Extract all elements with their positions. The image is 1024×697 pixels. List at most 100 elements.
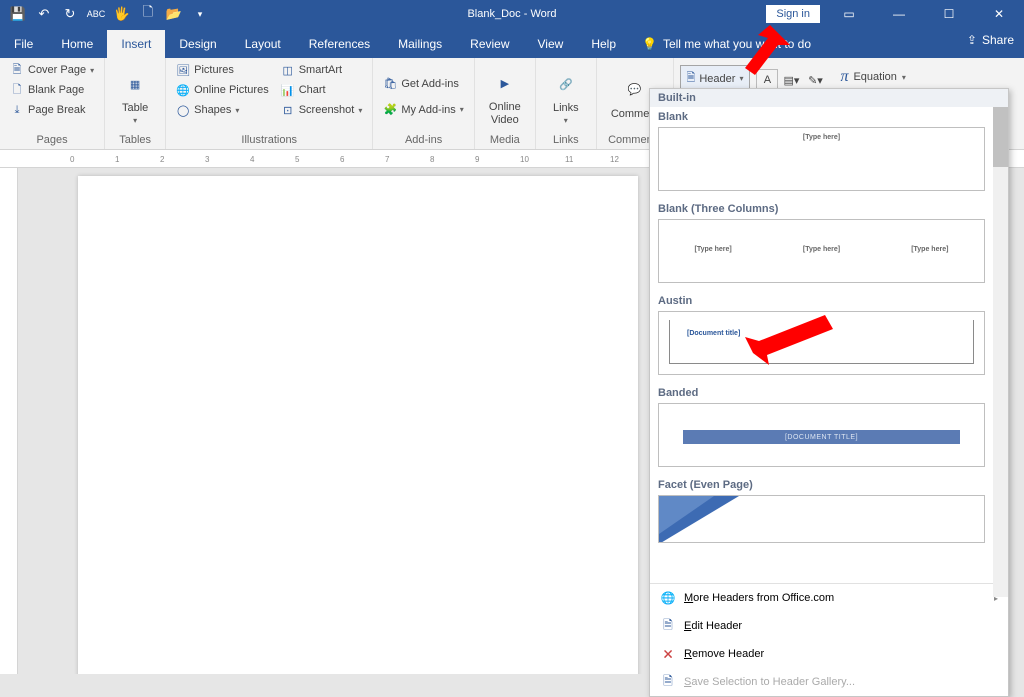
group-label-tables: Tables — [111, 132, 159, 148]
gallery-scroll-thumb[interactable] — [993, 107, 1008, 167]
group-label-pages: Pages — [6, 132, 98, 148]
group-tables: ▦ Table Tables — [105, 58, 166, 149]
table-icon: ▦ — [119, 68, 151, 100]
tab-home[interactable]: Home — [47, 30, 107, 58]
qat-customize-icon[interactable]: ▾ — [188, 2, 212, 26]
annotation-arrow-top — [720, 20, 790, 80]
tab-review[interactable]: Review — [456, 30, 523, 58]
addins-icon: 🧩 — [383, 103, 397, 117]
save-gallery-icon: 🗎 — [660, 674, 676, 690]
tab-help[interactable]: Help — [577, 30, 630, 58]
get-addins-button[interactable]: 🛍Get Add-ins — [379, 75, 467, 93]
shapes-icon: ◯ — [176, 103, 190, 117]
ribbon-tabs: File Home Insert Design Layout Reference… — [0, 28, 1024, 58]
table-button[interactable]: ▦ Table — [111, 61, 159, 132]
online-video-button[interactable]: ▶ Online Video — [481, 61, 529, 132]
vertical-ruler[interactable] — [0, 168, 18, 674]
save-icon[interactable]: 💾 — [6, 2, 30, 26]
group-addins: 🛍Get Add-ins 🧩My Add-ins Add-ins — [373, 58, 474, 149]
more-headers-label: ore Headers from Office.com — [693, 592, 834, 604]
save-gallery-label: ave Selection to Header Gallery... — [691, 676, 855, 688]
group-label-addins: Add-ins — [379, 132, 467, 148]
equation-button[interactable]: π Equation — [832, 65, 913, 89]
screenshot-button[interactable]: ⊡Screenshot — [277, 101, 367, 119]
video-icon: ▶ — [489, 67, 521, 99]
group-label-media: Media — [481, 132, 529, 148]
gallery-scrollbar[interactable] — [993, 107, 1008, 597]
header-gallery-dropdown: Built-in Blank [Type here] Blank (Three … — [649, 88, 1009, 697]
link-icon: 🔗 — [550, 68, 582, 100]
gallery-item-facet[interactable]: Facet (Even Page) — [650, 475, 993, 551]
save-to-gallery-button: 🗎 Save Selection to Header Gallery... — [650, 668, 1008, 696]
open-icon[interactable]: 📂 — [162, 2, 186, 26]
bulb-icon: 💡 — [642, 37, 657, 51]
comment-icon: 💬 — [619, 74, 651, 106]
document-page[interactable] — [78, 176, 638, 674]
gallery-item-blank[interactable]: Blank [Type here] — [650, 107, 993, 199]
new-doc-icon[interactable]: 🗋 — [136, 2, 160, 26]
tab-insert[interactable]: Insert — [107, 30, 165, 58]
gallery-item-banded[interactable]: Banded [DOCUMENT TITLE] — [650, 383, 993, 475]
group-links: 🔗 Links Links — [536, 58, 597, 149]
cover-page-button[interactable]: 🗎Cover Page — [6, 61, 98, 79]
office-icon: 🌐 — [660, 590, 676, 606]
share-icon: ⇪ — [967, 33, 977, 47]
online-pictures-button[interactable]: 🌐Online Pictures — [172, 81, 273, 99]
close-button[interactable]: ✕ — [978, 0, 1020, 28]
placeholder-text: [Type here] — [803, 246, 840, 253]
placeholder-text: [Type here] — [695, 246, 732, 253]
shapes-button[interactable]: ◯Shapes — [172, 101, 273, 119]
gallery-section-label: Built-in — [650, 89, 1008, 107]
edit-header-label: dit Header — [691, 620, 742, 632]
group-pages: 🗎Cover Page 🗋Blank Page ⤓Page Break Page… — [0, 58, 105, 149]
tab-layout[interactable]: Layout — [231, 30, 295, 58]
pictures-button[interactable]: 🖼Pictures — [172, 61, 273, 79]
tab-design[interactable]: Design — [165, 30, 230, 58]
remove-icon: 🗙 — [660, 646, 676, 662]
title-bar: 💾 ↶ ↻ ABC 🖐 🗋 📂 ▾ Blank_Doc - Word Sign … — [0, 0, 1024, 28]
store-icon: 🛍 — [383, 77, 397, 91]
group-media: ▶ Online Video Media — [475, 58, 536, 149]
edit-header-button[interactable]: 🗎 Edit Header — [650, 612, 1008, 640]
online-pictures-icon: 🌐 — [176, 83, 190, 97]
group-label-illustrations: Illustrations — [172, 132, 366, 148]
document-title: Blank_Doc - Word — [467, 8, 556, 20]
minimize-button[interactable]: — — [878, 0, 920, 28]
pictures-icon: 🖼 — [176, 63, 190, 77]
placeholder-text: [Type here] — [911, 246, 948, 253]
smartart-icon: ◫ — [281, 63, 295, 77]
remove-header-label: emove Header — [692, 648, 764, 660]
ribbon-display-icon[interactable]: ▭ — [828, 0, 870, 28]
placeholder-text: [Type here] — [803, 134, 840, 141]
chart-button[interactable]: 📊Chart — [277, 81, 367, 99]
maximize-button[interactable]: ☐ — [928, 0, 970, 28]
more-headers-button[interactable]: 🌐 More Headers from Office.com ▸ — [650, 584, 1008, 612]
tab-file[interactable]: File — [0, 30, 47, 58]
blank-page-icon: 🗋 — [10, 83, 24, 97]
group-illustrations: 🖼Pictures 🌐Online Pictures ◯Shapes ◫Smar… — [166, 58, 373, 149]
placeholder-text: [Document title] — [687, 330, 740, 337]
tab-references[interactable]: References — [295, 30, 384, 58]
tab-mailings[interactable]: Mailings — [384, 30, 456, 58]
page-break-icon: ⤓ — [10, 103, 24, 117]
spellcheck-icon[interactable]: ABC — [84, 2, 108, 26]
gallery-item-three-columns[interactable]: Blank (Three Columns) [Type here] [Type … — [650, 199, 993, 291]
edit-icon: 🗎 — [660, 618, 676, 634]
blank-page-button[interactable]: 🗋Blank Page — [6, 81, 98, 99]
group-label-links: Links — [542, 132, 590, 148]
my-addins-button[interactable]: 🧩My Add-ins — [379, 101, 467, 119]
undo-icon[interactable]: ↶ — [32, 2, 56, 26]
tab-view[interactable]: View — [524, 30, 578, 58]
hand-icon[interactable]: 🖐 — [110, 2, 134, 26]
redo-icon[interactable]: ↻ — [58, 2, 82, 26]
share-button[interactable]: ⇪ Share — [967, 33, 1014, 47]
smartart-button[interactable]: ◫SmartArt — [277, 61, 367, 79]
share-label: Share — [982, 33, 1014, 47]
links-button[interactable]: 🔗 Links — [542, 61, 590, 132]
screenshot-icon: ⊡ — [281, 103, 295, 117]
cover-page-icon: 🗎 — [10, 63, 24, 77]
page-break-button[interactable]: ⤓Page Break — [6, 101, 98, 119]
remove-header-button[interactable]: 🗙 Remove Header — [650, 640, 1008, 668]
quick-access-toolbar: 💾 ↶ ↻ ABC 🖐 🗋 📂 ▾ — [0, 2, 212, 26]
header-icon: 🗎 — [687, 69, 696, 88]
